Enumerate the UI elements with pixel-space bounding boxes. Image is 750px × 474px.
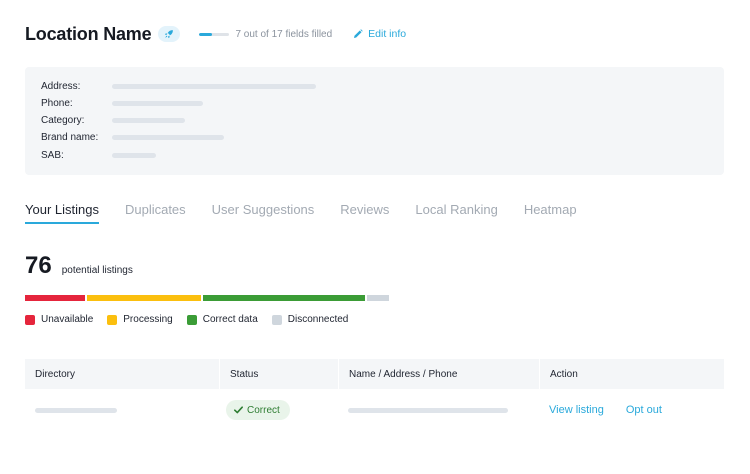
listings-count: 76 potential listings bbox=[25, 252, 133, 280]
info-label: Category: bbox=[41, 114, 85, 126]
pencil-icon bbox=[354, 29, 363, 38]
check-icon bbox=[234, 406, 243, 414]
nap-cell bbox=[338, 393, 539, 427]
segment-unavailable bbox=[25, 295, 85, 301]
column-header-status[interactable]: Status bbox=[219, 359, 338, 389]
column-header-action: Action bbox=[539, 359, 724, 389]
legend-item-correct-data: Correct data bbox=[186, 314, 258, 325]
tab-user-suggestions[interactable]: User Suggestions bbox=[212, 202, 315, 228]
status-badge: Correct bbox=[226, 400, 290, 420]
status-cell: Correct bbox=[219, 393, 338, 427]
legend-item-disconnected: Disconnected bbox=[271, 314, 349, 325]
opt-out-link[interactable]: Opt out bbox=[626, 404, 662, 416]
location-header: Location Name 7 out of 17 fields filled … bbox=[25, 22, 406, 46]
column-header-nap[interactable]: Name / Address / Phone bbox=[338, 359, 539, 389]
legend-label: Correct data bbox=[202, 314, 258, 325]
legend-label: Processing bbox=[123, 314, 173, 325]
legend-swatch bbox=[107, 314, 118, 325]
info-label: Address: bbox=[41, 80, 81, 92]
info-row-category: Category: bbox=[41, 113, 185, 127]
count-number: 76 bbox=[25, 252, 52, 279]
placeholder-bar bbox=[112, 83, 316, 89]
info-label: Brand name: bbox=[41, 131, 99, 143]
listings-table-header: Directory Status Name / Address / Phone … bbox=[25, 359, 724, 389]
placeholder-bar bbox=[348, 407, 508, 413]
placeholder-bar bbox=[112, 152, 156, 158]
legend-swatch bbox=[25, 314, 35, 325]
count-label: potential listings bbox=[61, 265, 133, 276]
location-info-card: Address: Phone: Category: Brand name: SA… bbox=[25, 67, 724, 175]
table-row: Correct View listing Opt out bbox=[25, 393, 724, 427]
rocket-badge[interactable] bbox=[158, 26, 181, 42]
action-cell: View listing Opt out bbox=[539, 393, 724, 427]
legend-label: Disconnected bbox=[287, 314, 349, 325]
status-legend: Unavailable Processing Correct data Disc… bbox=[25, 314, 362, 325]
progress-text: 7 out of 17 fields filled bbox=[235, 28, 333, 40]
legend-swatch bbox=[271, 314, 282, 325]
segment-disconnected bbox=[367, 295, 389, 301]
tab-your-listings[interactable]: Your Listings bbox=[25, 202, 99, 228]
legend-item-processing: Processing bbox=[107, 314, 173, 325]
segment-correct-data bbox=[203, 295, 366, 301]
placeholder-bar bbox=[112, 117, 185, 123]
progress-track bbox=[199, 32, 230, 36]
status-text: Correct bbox=[247, 404, 280, 416]
edit-info-link[interactable]: Edit info bbox=[353, 28, 406, 40]
listing-tabs: Your Listings Duplicates User Suggestion… bbox=[25, 202, 603, 228]
directory-cell bbox=[25, 393, 219, 427]
legend-item-unavailable: Unavailable bbox=[25, 314, 93, 325]
placeholder-bar bbox=[112, 100, 203, 106]
tab-heatmap[interactable]: Heatmap bbox=[524, 202, 577, 228]
view-listing-link[interactable]: View listing bbox=[549, 404, 604, 416]
page-title: Location Name bbox=[25, 23, 152, 44]
tab-duplicates[interactable]: Duplicates bbox=[125, 202, 186, 228]
info-label: Phone: bbox=[41, 97, 73, 109]
legend-label: Unavailable bbox=[41, 314, 94, 325]
info-row-sab: SAB: bbox=[41, 148, 156, 162]
placeholder-bar bbox=[35, 407, 117, 413]
info-row-brand-name: Brand name: bbox=[41, 130, 224, 144]
info-row-phone: Phone: bbox=[41, 96, 203, 110]
tab-reviews[interactable]: Reviews bbox=[340, 202, 389, 228]
column-header-directory[interactable]: Directory bbox=[25, 359, 219, 389]
legend-swatch bbox=[186, 314, 197, 325]
rocket-icon bbox=[165, 30, 174, 39]
tab-local-ranking[interactable]: Local Ranking bbox=[415, 202, 497, 228]
info-row-address: Address: bbox=[41, 79, 316, 93]
progress-fill bbox=[199, 32, 212, 36]
info-label: SAB: bbox=[41, 149, 64, 161]
fields-progress: 7 out of 17 fields filled bbox=[199, 29, 332, 40]
status-distribution-bar bbox=[25, 295, 389, 301]
placeholder-bar bbox=[112, 134, 224, 140]
segment-processing bbox=[86, 295, 202, 301]
edit-info-label: Edit info bbox=[368, 28, 407, 40]
